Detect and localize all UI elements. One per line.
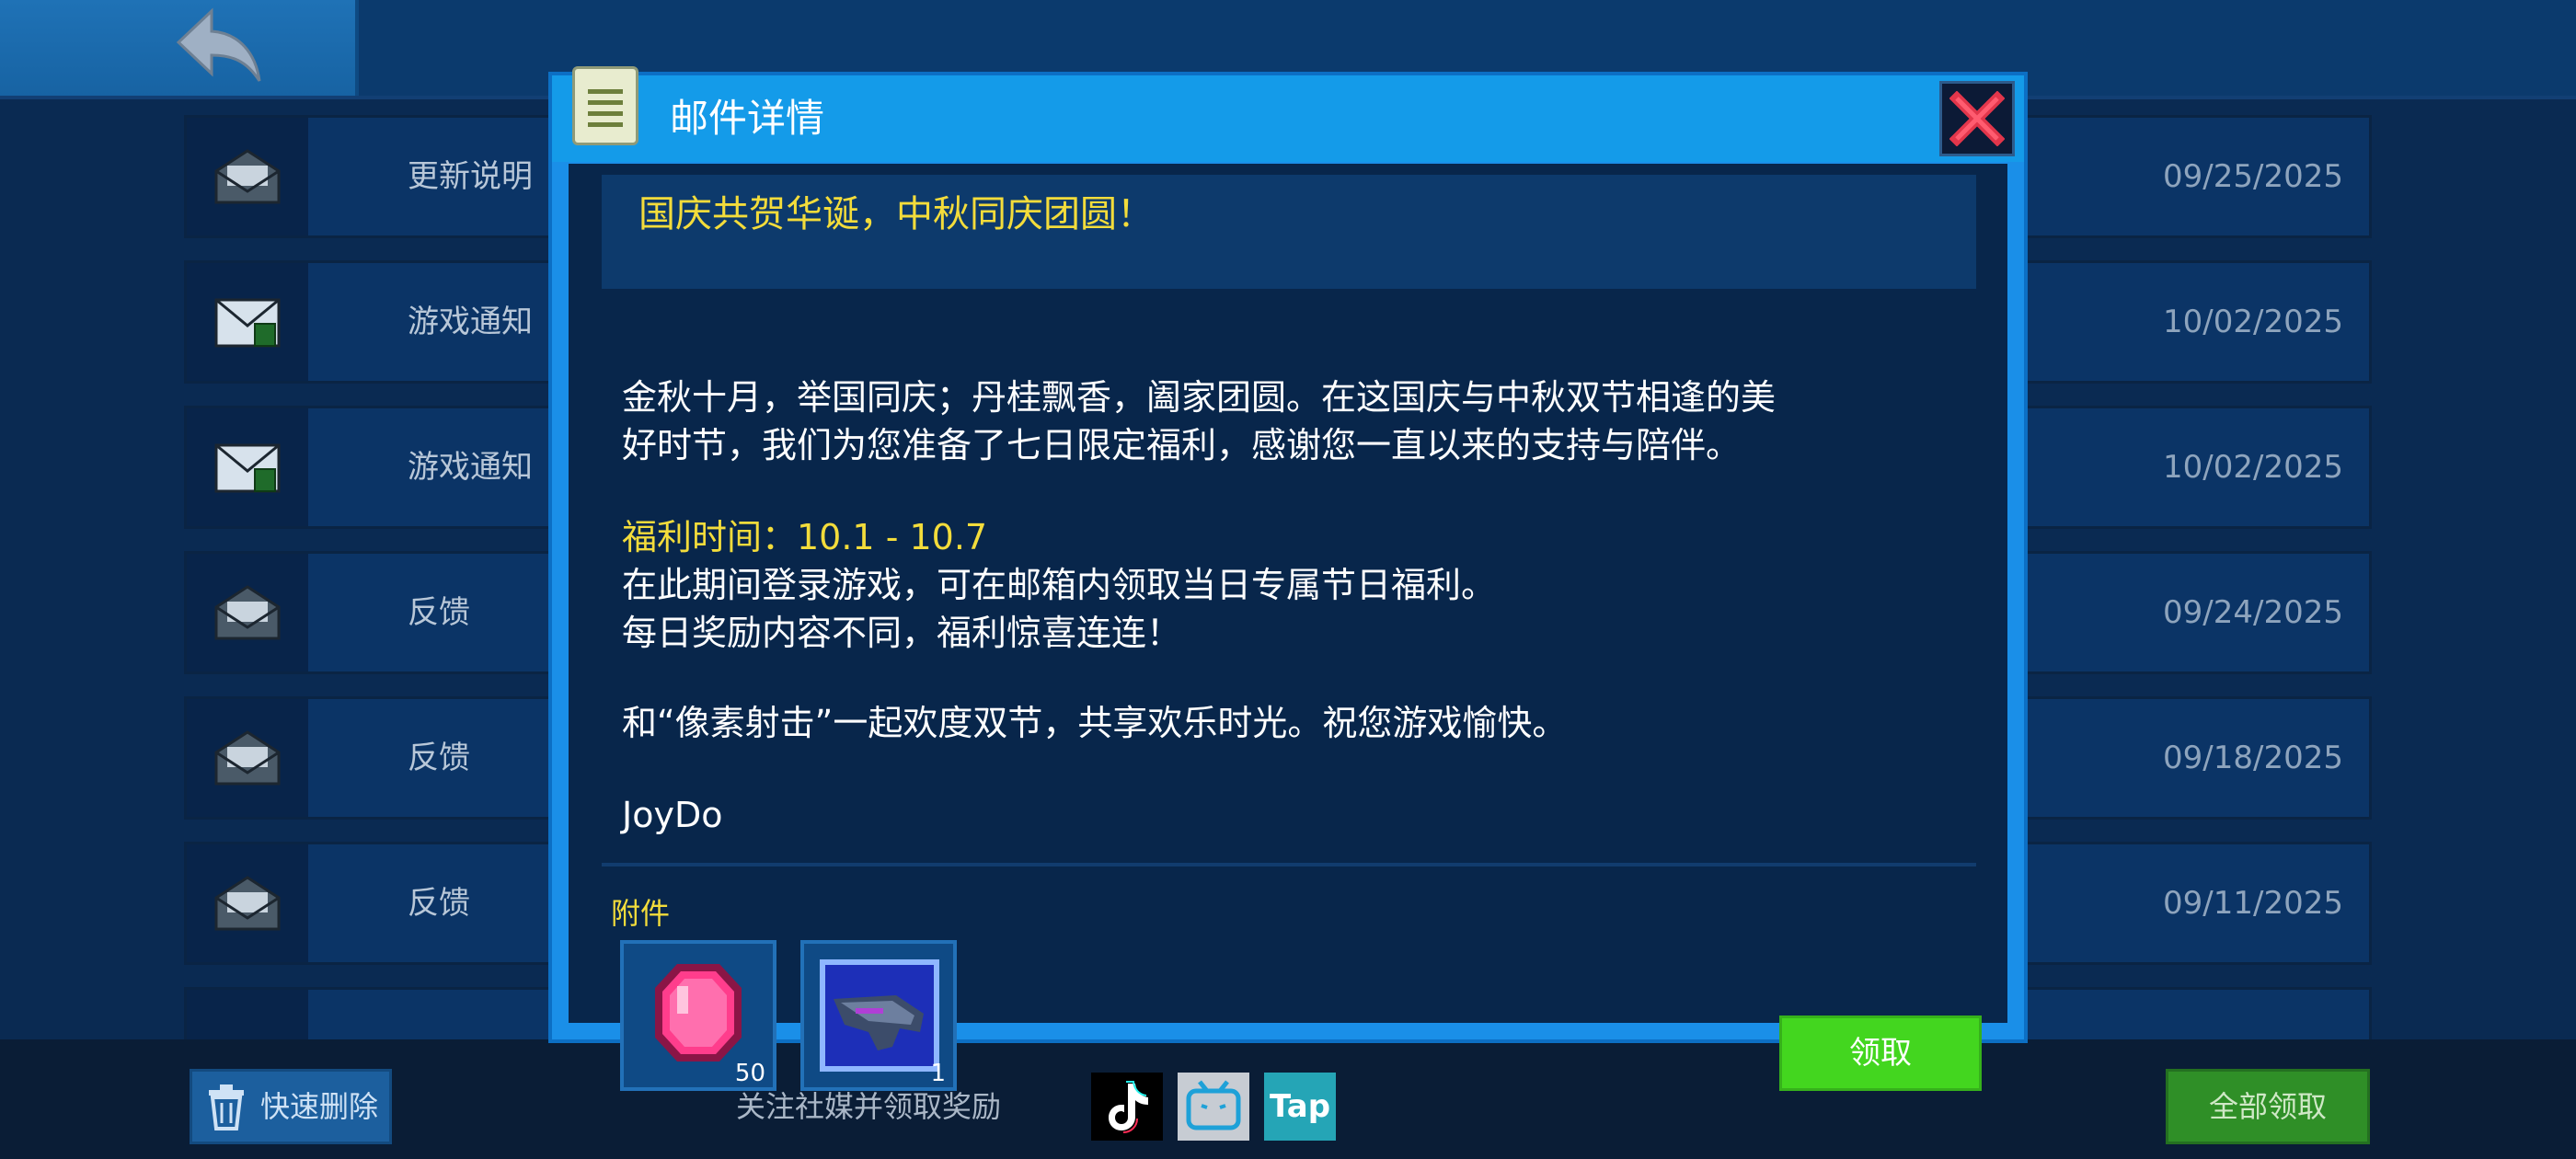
mail-content: 国庆共贺华诞，中秋同庆团圆！ 金秋十月，举国同庆；丹桂飘香，阖家团圆。在这国庆与… <box>569 164 2007 1091</box>
quick-delete-button[interactable]: 快速删除 <box>190 1069 392 1144</box>
mail-date: 10/02/2025 <box>2163 449 2343 486</box>
tiktok-button[interactable] <box>1091 1073 1163 1141</box>
claim-button[interactable]: 领取 <box>1779 1016 1982 1091</box>
subject-band: 国庆共贺华诞，中秋同庆团圆！ <box>602 175 1976 289</box>
back-button[interactable] <box>0 0 359 96</box>
list-icon <box>572 66 638 145</box>
login-line: 在此期间登录游戏，可在邮箱内领取当日专属节日福利。 <box>622 565 1497 605</box>
dialog-header: 邮件详情 <box>552 66 2024 162</box>
closed-envelope-with-attachment-icon <box>214 443 281 493</box>
mail-date: 09/24/2025 <box>2163 594 2343 631</box>
close-button[interactable] <box>1939 81 2015 156</box>
mail-title: 反馈 <box>408 594 470 631</box>
dialog-title: 邮件详情 <box>670 96 825 141</box>
taptap-button[interactable]: Tap <box>1264 1073 1336 1141</box>
opened-envelope-icon <box>214 876 281 931</box>
attachment-quantity: 1 <box>930 1060 946 1087</box>
mail-date: 09/25/2025 <box>2163 158 2343 195</box>
attachments-label: 附件 <box>611 896 671 931</box>
opened-envelope-icon <box>214 730 281 786</box>
mail-date: 09/18/2025 <box>2163 740 2343 776</box>
mail-subject: 国庆共贺华诞，中秋同庆团圆！ <box>638 193 1154 235</box>
bilibili-icon <box>1186 1080 1241 1130</box>
mail-date: 09/11/2025 <box>2163 885 2343 922</box>
mail-title: 更新说明 <box>408 158 533 195</box>
intro-line-2: 好时节，我们为您准备了七日限定福利，感谢您一直以来的支持与陪伴。 <box>622 425 1742 465</box>
mail-detail-dialog: 邮件详情 国庆共贺华诞，中秋同庆团圆！ 金秋十月，举国同庆；丹桂飘香，阖家团圆。… <box>548 66 2028 1091</box>
claim-all-button[interactable]: 全部领取 <box>2166 1069 2370 1144</box>
attachment-item[interactable]: 1 <box>800 940 957 1091</box>
intro-line-1: 金秋十月，举国同庆；丹桂飘香，阖家团圆。在这国庆与中秋双节相逢的美 <box>622 377 1777 418</box>
attachment-quantity: 50 <box>734 1060 765 1087</box>
divider <box>602 863 1976 866</box>
mail-title: 反馈 <box>408 885 470 922</box>
mail-title: 游戏通知 <box>408 449 533 486</box>
attachment-item[interactable]: 50 <box>620 940 776 1091</box>
signature: JoyDo <box>622 795 723 835</box>
benefit-time: 福利时间：10.1 - 10.7 <box>622 517 988 557</box>
wish-line: 和“像素射击”一起欢度双节，共享欢乐时光。祝您游戏愉快。 <box>622 703 1568 743</box>
opened-envelope-icon <box>214 149 281 204</box>
quick-delete-label: 快速删除 <box>260 1089 379 1124</box>
close-icon <box>1949 91 2005 146</box>
mail-title: 反馈 <box>408 740 470 776</box>
back-arrow-icon <box>176 7 261 82</box>
trash-icon <box>209 1084 244 1130</box>
opened-envelope-icon <box>214 585 281 640</box>
mail-title: 游戏通知 <box>408 304 533 340</box>
daily-line: 每日奖励内容不同，福利惊喜连连！ <box>622 613 1182 653</box>
mail-date: 10/02/2025 <box>2163 304 2343 340</box>
closed-envelope-with-attachment-icon <box>214 298 281 348</box>
tiktok-icon <box>1109 1081 1148 1133</box>
bilibili-button[interactable] <box>1178 1073 1249 1141</box>
